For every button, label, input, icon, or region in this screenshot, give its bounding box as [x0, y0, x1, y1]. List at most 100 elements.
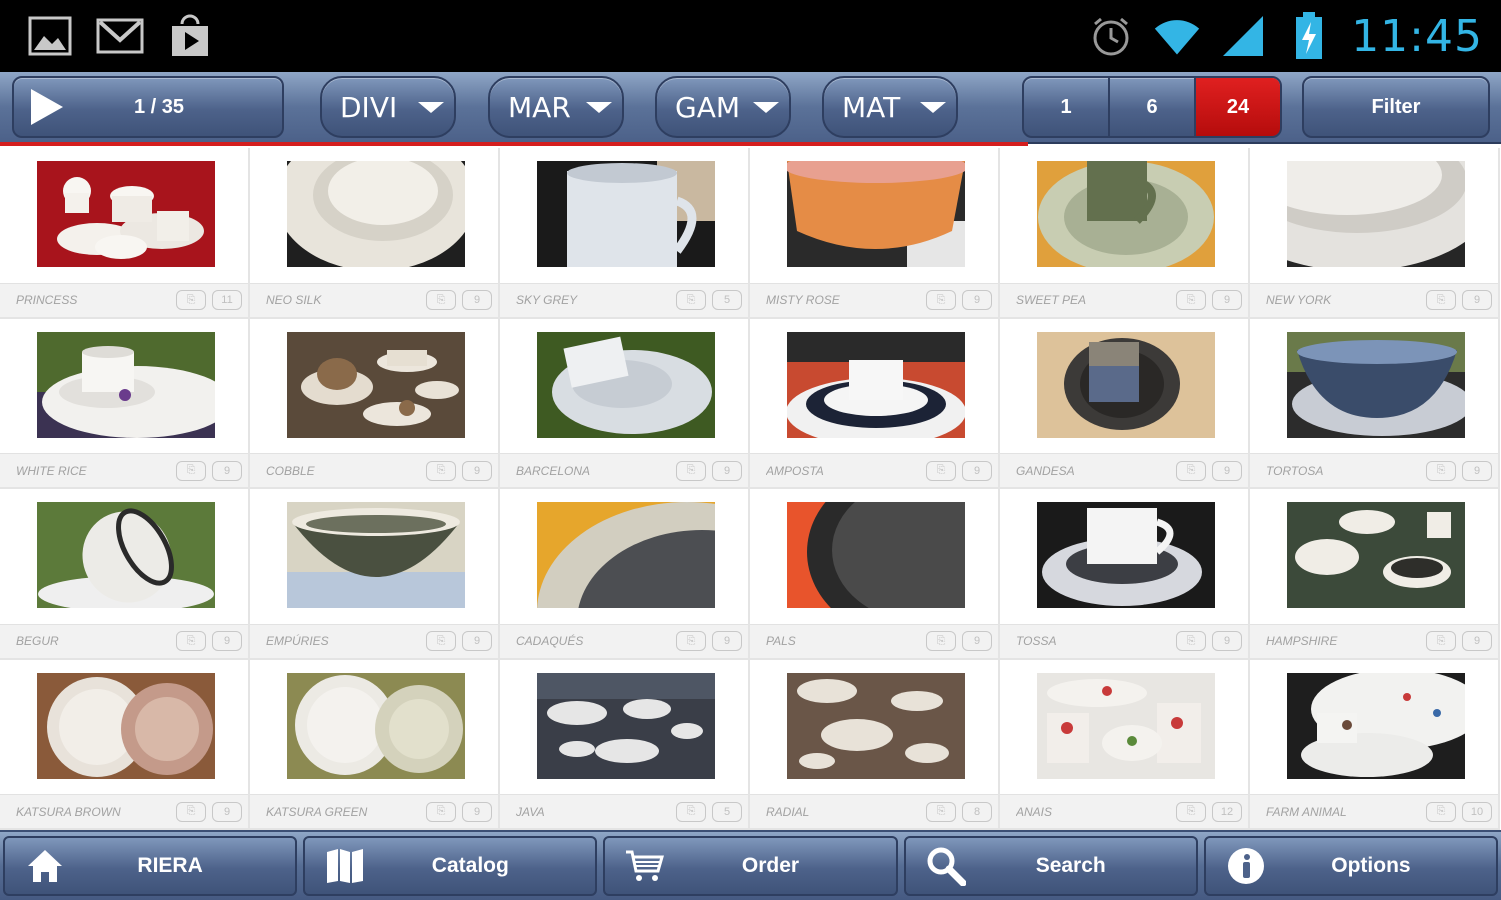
product-card[interactable]: SWEET PEA ⎘ 9: [1000, 148, 1250, 319]
add-to-order-icon[interactable]: ⎘: [926, 460, 956, 481]
add-to-order-icon[interactable]: ⎘: [926, 631, 956, 651]
product-card[interactable]: HAMPSHIRE ⎘ 9: [1250, 489, 1500, 660]
add-to-order-icon[interactable]: ⎘: [426, 290, 456, 310]
add-to-order-icon[interactable]: ⎘: [426, 801, 456, 822]
nav-riera[interactable]: RIERA: [3, 836, 298, 896]
variant-count-badge[interactable]: 5: [712, 801, 742, 822]
product-card[interactable]: AMPOSTA ⎘ 9: [750, 318, 1000, 489]
add-to-order-icon[interactable]: ⎘: [676, 631, 706, 651]
product-image[interactable]: [37, 331, 215, 438]
product-image[interactable]: [287, 502, 465, 608]
product-image[interactable]: [787, 161, 965, 267]
add-to-order-icon[interactable]: ⎘: [1426, 290, 1456, 310]
product-image[interactable]: [1037, 161, 1215, 267]
add-to-order-icon[interactable]: ⎘: [926, 290, 956, 310]
product-image[interactable]: [1287, 672, 1465, 779]
product-card[interactable]: JAVA ⎘ 5: [500, 659, 750, 830]
product-card[interactable]: COBBLE ⎘ 9: [250, 318, 500, 489]
nav-order[interactable]: Order: [603, 836, 898, 896]
dropdown-brand[interactable]: MAR: [488, 76, 624, 138]
product-image[interactable]: [1287, 331, 1465, 438]
variant-count-badge[interactable]: 9: [1212, 631, 1242, 651]
product-card[interactable]: BEGUR ⎘ 9: [0, 489, 250, 660]
per-page-option-1[interactable]: 1: [1024, 78, 1110, 136]
product-image[interactable]: [1037, 331, 1215, 438]
product-card[interactable]: NEO SILK ⎘ 9: [250, 148, 500, 319]
nav-options[interactable]: Options: [1203, 836, 1499, 896]
product-image[interactable]: [537, 161, 715, 267]
variant-count-badge[interactable]: 9: [212, 801, 242, 822]
add-to-order-icon[interactable]: ⎘: [1426, 631, 1456, 651]
variant-count-badge[interactable]: 9: [1462, 460, 1492, 481]
product-card[interactable]: PRINCESS ⎘ 11: [0, 148, 250, 319]
variant-count-badge[interactable]: 8: [962, 801, 992, 822]
variant-count-badge[interactable]: 9: [462, 631, 492, 651]
filter-button[interactable]: Filter: [1302, 76, 1490, 138]
product-image[interactable]: [787, 331, 965, 438]
product-card[interactable]: TORTOSA ⎘ 9: [1250, 318, 1500, 489]
add-to-order-icon[interactable]: ⎘: [176, 460, 206, 481]
add-to-order-icon[interactable]: ⎘: [676, 290, 706, 310]
product-image[interactable]: [1287, 502, 1465, 608]
product-card[interactable]: ANAIS ⎘ 12: [1000, 659, 1250, 830]
product-image[interactable]: [37, 502, 215, 608]
per-page-option-24[interactable]: 24: [1196, 78, 1280, 136]
product-card[interactable]: TOSSA ⎘ 9: [1000, 489, 1250, 660]
product-image[interactable]: [1037, 502, 1215, 608]
variant-count-badge[interactable]: 9: [212, 631, 242, 651]
product-image[interactable]: [287, 672, 465, 779]
add-to-order-icon[interactable]: ⎘: [676, 460, 706, 481]
dropdown-material[interactable]: MAT: [822, 76, 958, 138]
add-to-order-icon[interactable]: ⎘: [1426, 801, 1456, 822]
variant-count-badge[interactable]: 9: [962, 460, 992, 481]
product-image[interactable]: [787, 672, 965, 779]
add-to-order-icon[interactable]: ⎘: [176, 290, 206, 310]
add-to-order-icon[interactable]: ⎘: [426, 460, 456, 481]
variant-count-badge[interactable]: 9: [212, 460, 242, 481]
product-image[interactable]: [1287, 161, 1465, 267]
product-card[interactable]: GANDESA ⎘ 9: [1000, 318, 1250, 489]
add-to-order-icon[interactable]: ⎘: [1426, 460, 1456, 481]
product-image[interactable]: [287, 161, 465, 267]
add-to-order-icon[interactable]: ⎘: [1176, 801, 1206, 822]
add-to-order-icon[interactable]: ⎘: [426, 631, 456, 651]
variant-count-badge[interactable]: 9: [712, 460, 742, 481]
product-card[interactable]: PALS ⎘ 9: [750, 489, 1000, 660]
add-to-order-icon[interactable]: ⎘: [1176, 460, 1206, 481]
variant-count-badge[interactable]: 9: [1462, 290, 1492, 310]
product-image[interactable]: [287, 331, 465, 438]
product-image[interactable]: [537, 672, 715, 779]
product-card[interactable]: WHITE RICE ⎘ 9: [0, 318, 250, 489]
add-to-order-icon[interactable]: ⎘: [176, 631, 206, 651]
product-image[interactable]: [37, 161, 215, 267]
product-card[interactable]: NEW YORK ⎘ 9: [1250, 148, 1500, 319]
product-card[interactable]: FARM ANIMAL ⎘ 10: [1250, 659, 1500, 830]
product-image[interactable]: [537, 331, 715, 438]
variant-count-badge[interactable]: 9: [1462, 631, 1492, 651]
add-to-order-icon[interactable]: ⎘: [926, 801, 956, 822]
dropdown-division[interactable]: DIVI: [320, 76, 456, 138]
variant-count-badge[interactable]: 9: [462, 290, 492, 310]
product-card[interactable]: CADAQUÉS ⎘ 9: [500, 489, 750, 660]
variant-count-badge[interactable]: 11: [212, 290, 242, 310]
product-card[interactable]: KATSURA GREEN ⎘ 9: [250, 659, 500, 830]
variant-count-badge[interactable]: 9: [962, 631, 992, 651]
variant-count-badge[interactable]: 9: [1212, 460, 1242, 481]
product-image[interactable]: [1037, 672, 1215, 779]
variant-count-badge[interactable]: 5: [712, 290, 742, 310]
variant-count-badge[interactable]: 9: [462, 460, 492, 481]
dropdown-range[interactable]: GAM: [655, 76, 791, 138]
per-page-option-6[interactable]: 6: [1110, 78, 1196, 136]
variant-count-badge[interactable]: 9: [962, 290, 992, 310]
add-to-order-icon[interactable]: ⎘: [1176, 631, 1206, 651]
product-image[interactable]: [787, 502, 965, 608]
product-card[interactable]: SKY GREY ⎘ 5: [500, 148, 750, 319]
nav-search[interactable]: Search: [903, 836, 1198, 896]
play-page-button[interactable]: 1 / 35: [12, 76, 284, 138]
nav-catalog[interactable]: Catalog: [303, 836, 598, 896]
product-card[interactable]: MISTY ROSE ⎘ 9: [750, 148, 1000, 319]
variant-count-badge[interactable]: 12: [1212, 801, 1242, 822]
add-to-order-icon[interactable]: ⎘: [1176, 290, 1206, 310]
product-card[interactable]: BARCELONA ⎘ 9: [500, 318, 750, 489]
product-image[interactable]: [537, 502, 715, 608]
